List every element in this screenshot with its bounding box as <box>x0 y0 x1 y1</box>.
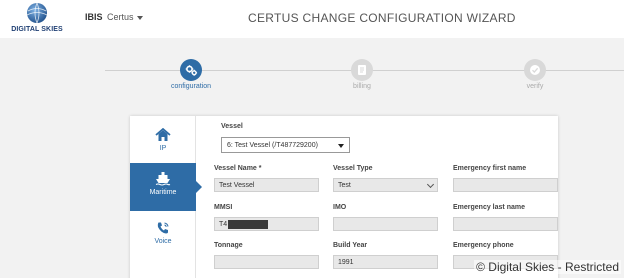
product-menu[interactable]: Certus <box>107 12 143 22</box>
sidebar-item-maritime[interactable]: Maritime <box>130 163 202 211</box>
vessel-label: Vessel <box>221 123 243 130</box>
imo-label: IMO <box>333 204 347 211</box>
maritime-form: Vessel 6: Test Vessel (/T487729200) Vess… <box>214 116 558 278</box>
vessel-name-label: Vessel Name * <box>214 165 262 172</box>
service-side-nav: IP Maritime Voice <box>130 116 202 278</box>
home-icon <box>155 128 171 141</box>
product-menu-label: Certus <box>107 12 134 22</box>
step-circle <box>524 59 546 81</box>
vessel-select-value: 6: Test Vessel (/T487729200) <box>227 142 318 149</box>
document-icon <box>358 65 366 75</box>
mmsi-label: MMSI <box>214 204 233 211</box>
caret-down-icon <box>136 15 143 20</box>
vessel-name-input[interactable]: Test Vessel <box>214 178 319 192</box>
ship-icon <box>155 172 171 186</box>
top-bar: DIGITAL SKIES IBIS Certus CERTUS CHANGE … <box>0 0 624 38</box>
step-verify[interactable]: verify <box>495 59 575 90</box>
imo-input[interactable] <box>333 217 438 231</box>
emergency-first-name-input[interactable] <box>453 178 558 192</box>
tonnage-label: Tonnage <box>214 242 243 249</box>
check-icon <box>530 65 540 75</box>
emergency-first-name-label: Emergency first name <box>453 165 527 172</box>
phone-icon <box>157 222 169 234</box>
step-configuration[interactable]: configuration <box>151 59 231 90</box>
build-year-input[interactable]: 1991 <box>333 255 438 269</box>
mmsi-input[interactable]: T4 <box>214 217 319 231</box>
tonnage-input[interactable] <box>214 255 319 269</box>
redaction-block <box>228 220 269 229</box>
page-title: CERTUS CHANGE CONFIGURATION WIZARD <box>248 11 516 25</box>
emergency-last-name-label: Emergency last name <box>453 204 525 211</box>
step-circle <box>351 59 373 81</box>
copyright-watermark: © Digital Skies - Restricted <box>474 260 621 274</box>
emergency-last-name-input[interactable] <box>453 217 558 231</box>
sidebar-item-label: Maritime <box>149 189 177 196</box>
brand-link[interactable]: IBIS <box>85 12 103 22</box>
sidebar-item-voice[interactable]: Voice <box>130 213 196 261</box>
digital-skies-logo[interactable]: DIGITAL SKIES <box>6 2 68 36</box>
emergency-phone-label: Emergency phone <box>453 242 514 249</box>
mmsi-value: T4 <box>219 221 228 228</box>
step-label: configuration <box>170 83 212 90</box>
sidebar-item-label: Voice <box>154 238 172 245</box>
vessel-type-label: Vessel Type <box>333 165 373 172</box>
gears-icon <box>185 64 197 76</box>
build-year-label: Build Year <box>333 242 368 249</box>
globe-icon <box>26 2 48 24</box>
vessel-type-value: Test <box>338 182 351 189</box>
configuration-card: IP Maritime Voice Vessel 6: Test Vessel … <box>130 116 558 278</box>
caret-down-icon <box>338 144 344 148</box>
vessel-select[interactable]: 6: Test Vessel (/T487729200) <box>221 137 350 153</box>
vessel-type-select[interactable]: Test <box>333 178 438 192</box>
sidebar-item-ip[interactable]: IP <box>130 120 196 168</box>
sidebar-item-label: IP <box>159 145 167 152</box>
logo-text: DIGITAL SKIES <box>11 26 63 33</box>
chevron-down-icon <box>426 180 435 189</box>
step-label: billing <box>353 83 371 90</box>
step-billing[interactable]: billing <box>322 59 402 90</box>
step-circle <box>180 59 202 81</box>
step-label: verify <box>526 83 544 90</box>
